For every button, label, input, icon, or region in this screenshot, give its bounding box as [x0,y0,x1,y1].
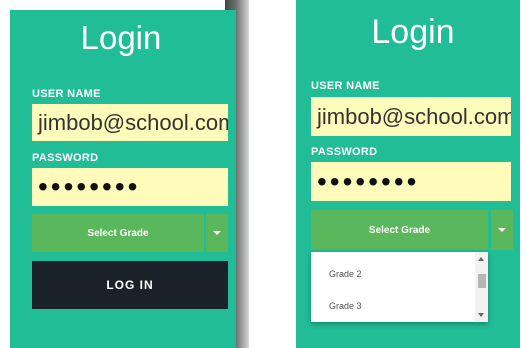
username-input[interactable]: jimbob@school.com [32,104,228,141]
dropdown-scrollbar[interactable] [475,252,488,322]
chevron-down-icon [213,231,221,235]
password-label: PASSWORD [32,152,99,164]
username-label-right: USER NAME [311,80,380,92]
login-title-right: Login [371,13,455,51]
dropdown-option-grade-3[interactable]: Grade 3 [329,301,362,311]
grade-select-toggle-right[interactable] [491,210,513,250]
grade-dropdown-list[interactable]: Grade 2 Grade 3 [311,252,488,322]
dropdown-option-grade-2[interactable]: Grade 2 [329,269,362,279]
login-button[interactable]: LOG IN [32,261,228,309]
grade-select-toggle[interactable] [206,214,228,252]
arrow-up-icon[interactable] [478,257,484,261]
grade-select-right[interactable]: Select Grade [311,210,488,250]
password-label-right: PASSWORD [311,146,378,158]
username-label: USER NAME [32,88,101,100]
scrollbar-thumb[interactable] [478,274,486,288]
grade-select[interactable]: Select Grade [32,214,204,252]
screenshot-page: Login USER NAME jimbob@school.com PASSWO… [0,0,527,348]
password-input-right[interactable]: •••••••• [311,162,511,201]
login-title: Login [80,19,162,56]
chevron-down-icon [498,228,506,232]
username-input-right[interactable]: jimbob@school.com [311,97,511,136]
password-input[interactable]: •••••••• [32,168,228,206]
arrow-down-icon[interactable] [478,313,484,317]
